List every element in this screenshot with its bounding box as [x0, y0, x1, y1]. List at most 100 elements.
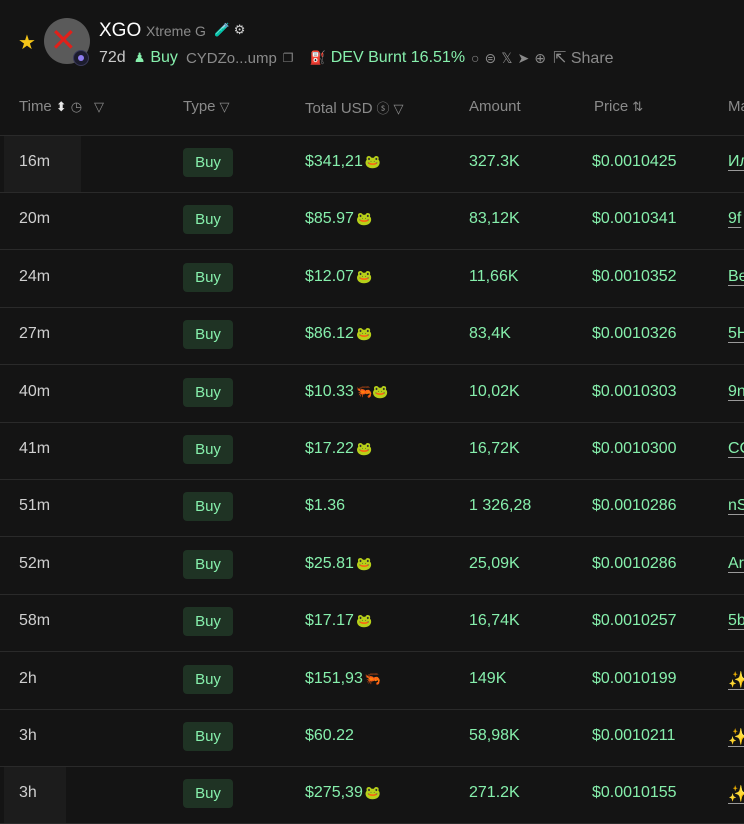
- table-row[interactable]: 51m Buy $1.36 1 326,28 $0.0010286 nS: [0, 480, 744, 537]
- favorite-star-icon[interactable]: ★: [18, 33, 38, 53]
- sort-icon[interactable]: ⬍: [56, 99, 67, 114]
- trade-maker-link[interactable]: nS: [728, 497, 744, 515]
- trade-maker-link[interactable]: 9f: [728, 210, 741, 228]
- trade-type-badge: Buy: [183, 435, 233, 464]
- trade-maker-link[interactable]: CC: [728, 440, 744, 458]
- copy-icon[interactable]: ❐: [283, 51, 294, 65]
- trade-price: $0.0010211: [592, 727, 676, 744]
- column-total-usd[interactable]: Total USD ⓢ ▽: [305, 98, 404, 117]
- trade-maker-link[interactable]: ✨: [728, 727, 744, 747]
- trade-time: 41m: [19, 440, 51, 457]
- trade-time: 40m: [19, 383, 51, 400]
- search-icon[interactable]: ○: [471, 50, 479, 66]
- table-row[interactable]: 41m Buy $17.22🐸 16,72K $0.0010300 CC: [0, 423, 744, 480]
- trade-usd-value: $17.17: [305, 612, 354, 629]
- trade-total-usd: $10.33 🦐🐸: [305, 383, 388, 401]
- x-icon[interactable]: 𝕏: [501, 50, 512, 67]
- trade-usd-value: $275,39: [305, 784, 363, 801]
- trade-price: $0.0010199: [592, 670, 677, 687]
- share-label: Share: [570, 50, 614, 67]
- trade-size-icon: 🐸: [355, 556, 373, 571]
- trade-amount: 149K: [469, 670, 507, 687]
- trade-price: $0.0010303: [592, 383, 677, 400]
- trade-total-usd: $12.07 🐸: [305, 268, 372, 286]
- trade-size-icon: 🐸: [355, 441, 373, 456]
- trade-maker-link[interactable]: Ar: [728, 555, 744, 573]
- token-address[interactable]: CYDZo...ump: [186, 50, 277, 67]
- table-row[interactable]: 20m Buy $85.97 🐸 83,12K $0.0010341 9f: [0, 193, 744, 250]
- globe-icon[interactable]: ⊕: [534, 50, 546, 67]
- dev-burn-icon: ⛽: [309, 50, 326, 65]
- trade-type-badge: Buy: [183, 492, 233, 521]
- table-row[interactable]: 24m Buy $12.07 🐸 11,66K $0.0010352 Be: [0, 251, 744, 308]
- price-toggle-icon[interactable]: ⇅: [632, 99, 643, 114]
- trade-usd-value: $12.07: [305, 268, 354, 285]
- column-time[interactable]: Time ⬍ ◷ ▽: [19, 98, 104, 115]
- column-price[interactable]: Price ⇅: [594, 98, 643, 115]
- token-age: 72d: [99, 49, 126, 66]
- currency-toggle-icon[interactable]: ⓢ: [377, 101, 390, 116]
- trade-amount: 1 326,28: [469, 497, 532, 514]
- trade-amount: 83,12K: [469, 210, 520, 227]
- filter-icon[interactable]: ▽: [220, 99, 230, 114]
- trade-amount: 16,72K: [469, 440, 520, 457]
- trade-maker-link[interactable]: 9n: [728, 383, 744, 401]
- pump-icon[interactable]: ⊜: [485, 50, 497, 67]
- column-total-usd-label: Total USD: [305, 100, 373, 117]
- trade-size-icon: 🐸: [364, 154, 382, 169]
- buy-hat-icon: ♟: [133, 50, 146, 65]
- filter-icon[interactable]: ▽: [394, 101, 404, 116]
- column-maker[interactable]: Ma: [728, 98, 744, 115]
- column-type[interactable]: Type ▽: [183, 98, 230, 115]
- trade-time: 52m: [19, 555, 51, 572]
- trade-maker-link[interactable]: Ил: [728, 153, 744, 171]
- table-row[interactable]: 3h Buy $60.22 58,98K $0.0010211 ✨: [0, 710, 744, 767]
- trade-time: 16m: [19, 153, 51, 170]
- trade-size-icon: 🐸: [355, 211, 373, 226]
- trade-price: $0.0010326: [592, 325, 677, 342]
- trade-total-usd: $60.22: [305, 727, 356, 745]
- table-header: Time ⬍ ◷ ▽ Type ▽ Total USD ⓢ ▽ Amount Price ⇅ …: [0, 84, 744, 136]
- trade-usd-value: $85.97: [305, 210, 354, 227]
- table-row[interactable]: 16m Buy $341,21🐸 327.3K $0.0010425 Ил: [0, 136, 744, 193]
- trade-maker-link[interactable]: ✨: [728, 784, 744, 804]
- trade-usd-value: $10.33: [305, 383, 354, 400]
- table-row[interactable]: 40m Buy $10.33 🦐🐸 10,02K $0.0010303 9n: [0, 366, 744, 423]
- trade-amount: 10,02K: [469, 383, 520, 400]
- trade-time: 3h: [19, 727, 37, 744]
- token-meta-row: 72d ♟ Buy CYDZo...ump ❐ ⛽ DEV Burnt 16.5…: [99, 48, 614, 68]
- trade-type-badge: Buy: [183, 722, 233, 751]
- trade-amount: 11,66K: [469, 268, 519, 285]
- column-time-label: Time: [19, 98, 52, 115]
- trade-maker-link[interactable]: 5b: [728, 612, 744, 630]
- table-row[interactable]: 58m Buy $17.17 🐸 16,74K $0.0010257 5b: [0, 595, 744, 652]
- trade-size-icon: 🐸: [355, 326, 373, 341]
- table-row[interactable]: 3h Buy $275,39 🐸 271.2K $0.0010155 ✨: [0, 767, 744, 824]
- trade-maker-link[interactable]: Be: [728, 268, 744, 286]
- trade-type-badge: Buy: [183, 607, 233, 636]
- column-amount[interactable]: Amount: [469, 98, 521, 115]
- table-row[interactable]: 52m Buy $25.81 🐸 25,09K $0.0010286 Ar: [0, 538, 744, 595]
- trade-amount: 327.3K: [469, 153, 520, 170]
- trade-size-icon: 🐸: [355, 269, 373, 284]
- x-logo-icon: ✕: [50, 21, 77, 59]
- table-row[interactable]: 27m Buy $86.12 🐸 83,4K $0.0010326 5H: [0, 308, 744, 365]
- token-badge-icons: 🧪 ⚙: [214, 22, 246, 37]
- token-header: ★ ✕ XGO Xtreme G 🧪 ⚙ 72d ♟ Buy CYDZo...u…: [0, 0, 744, 84]
- trade-time: 20m: [19, 210, 51, 227]
- clock-icon[interactable]: ◷: [71, 99, 82, 114]
- trade-usd-value: $25.81: [305, 555, 354, 572]
- trade-time: 24m: [19, 268, 51, 285]
- trade-price: $0.0010286: [592, 555, 677, 572]
- trade-price: $0.0010425: [592, 153, 677, 170]
- share-button[interactable]: ⇱ Share: [553, 48, 614, 68]
- token-buy-label[interactable]: Buy: [150, 49, 178, 67]
- table-row[interactable]: 2h Buy $151,93 🦐 149K $0.0010199 ✨: [0, 653, 744, 710]
- trade-maker-link[interactable]: ✨: [728, 670, 744, 690]
- trade-type-badge: Buy: [183, 205, 233, 234]
- trade-amount: 271.2K: [469, 784, 520, 801]
- trade-maker-link[interactable]: 5H: [728, 325, 744, 343]
- trade-total-usd: $151,93 🦐: [305, 670, 381, 688]
- filter-icon[interactable]: ▽: [94, 99, 104, 114]
- telegram-icon[interactable]: ➤: [518, 50, 530, 67]
